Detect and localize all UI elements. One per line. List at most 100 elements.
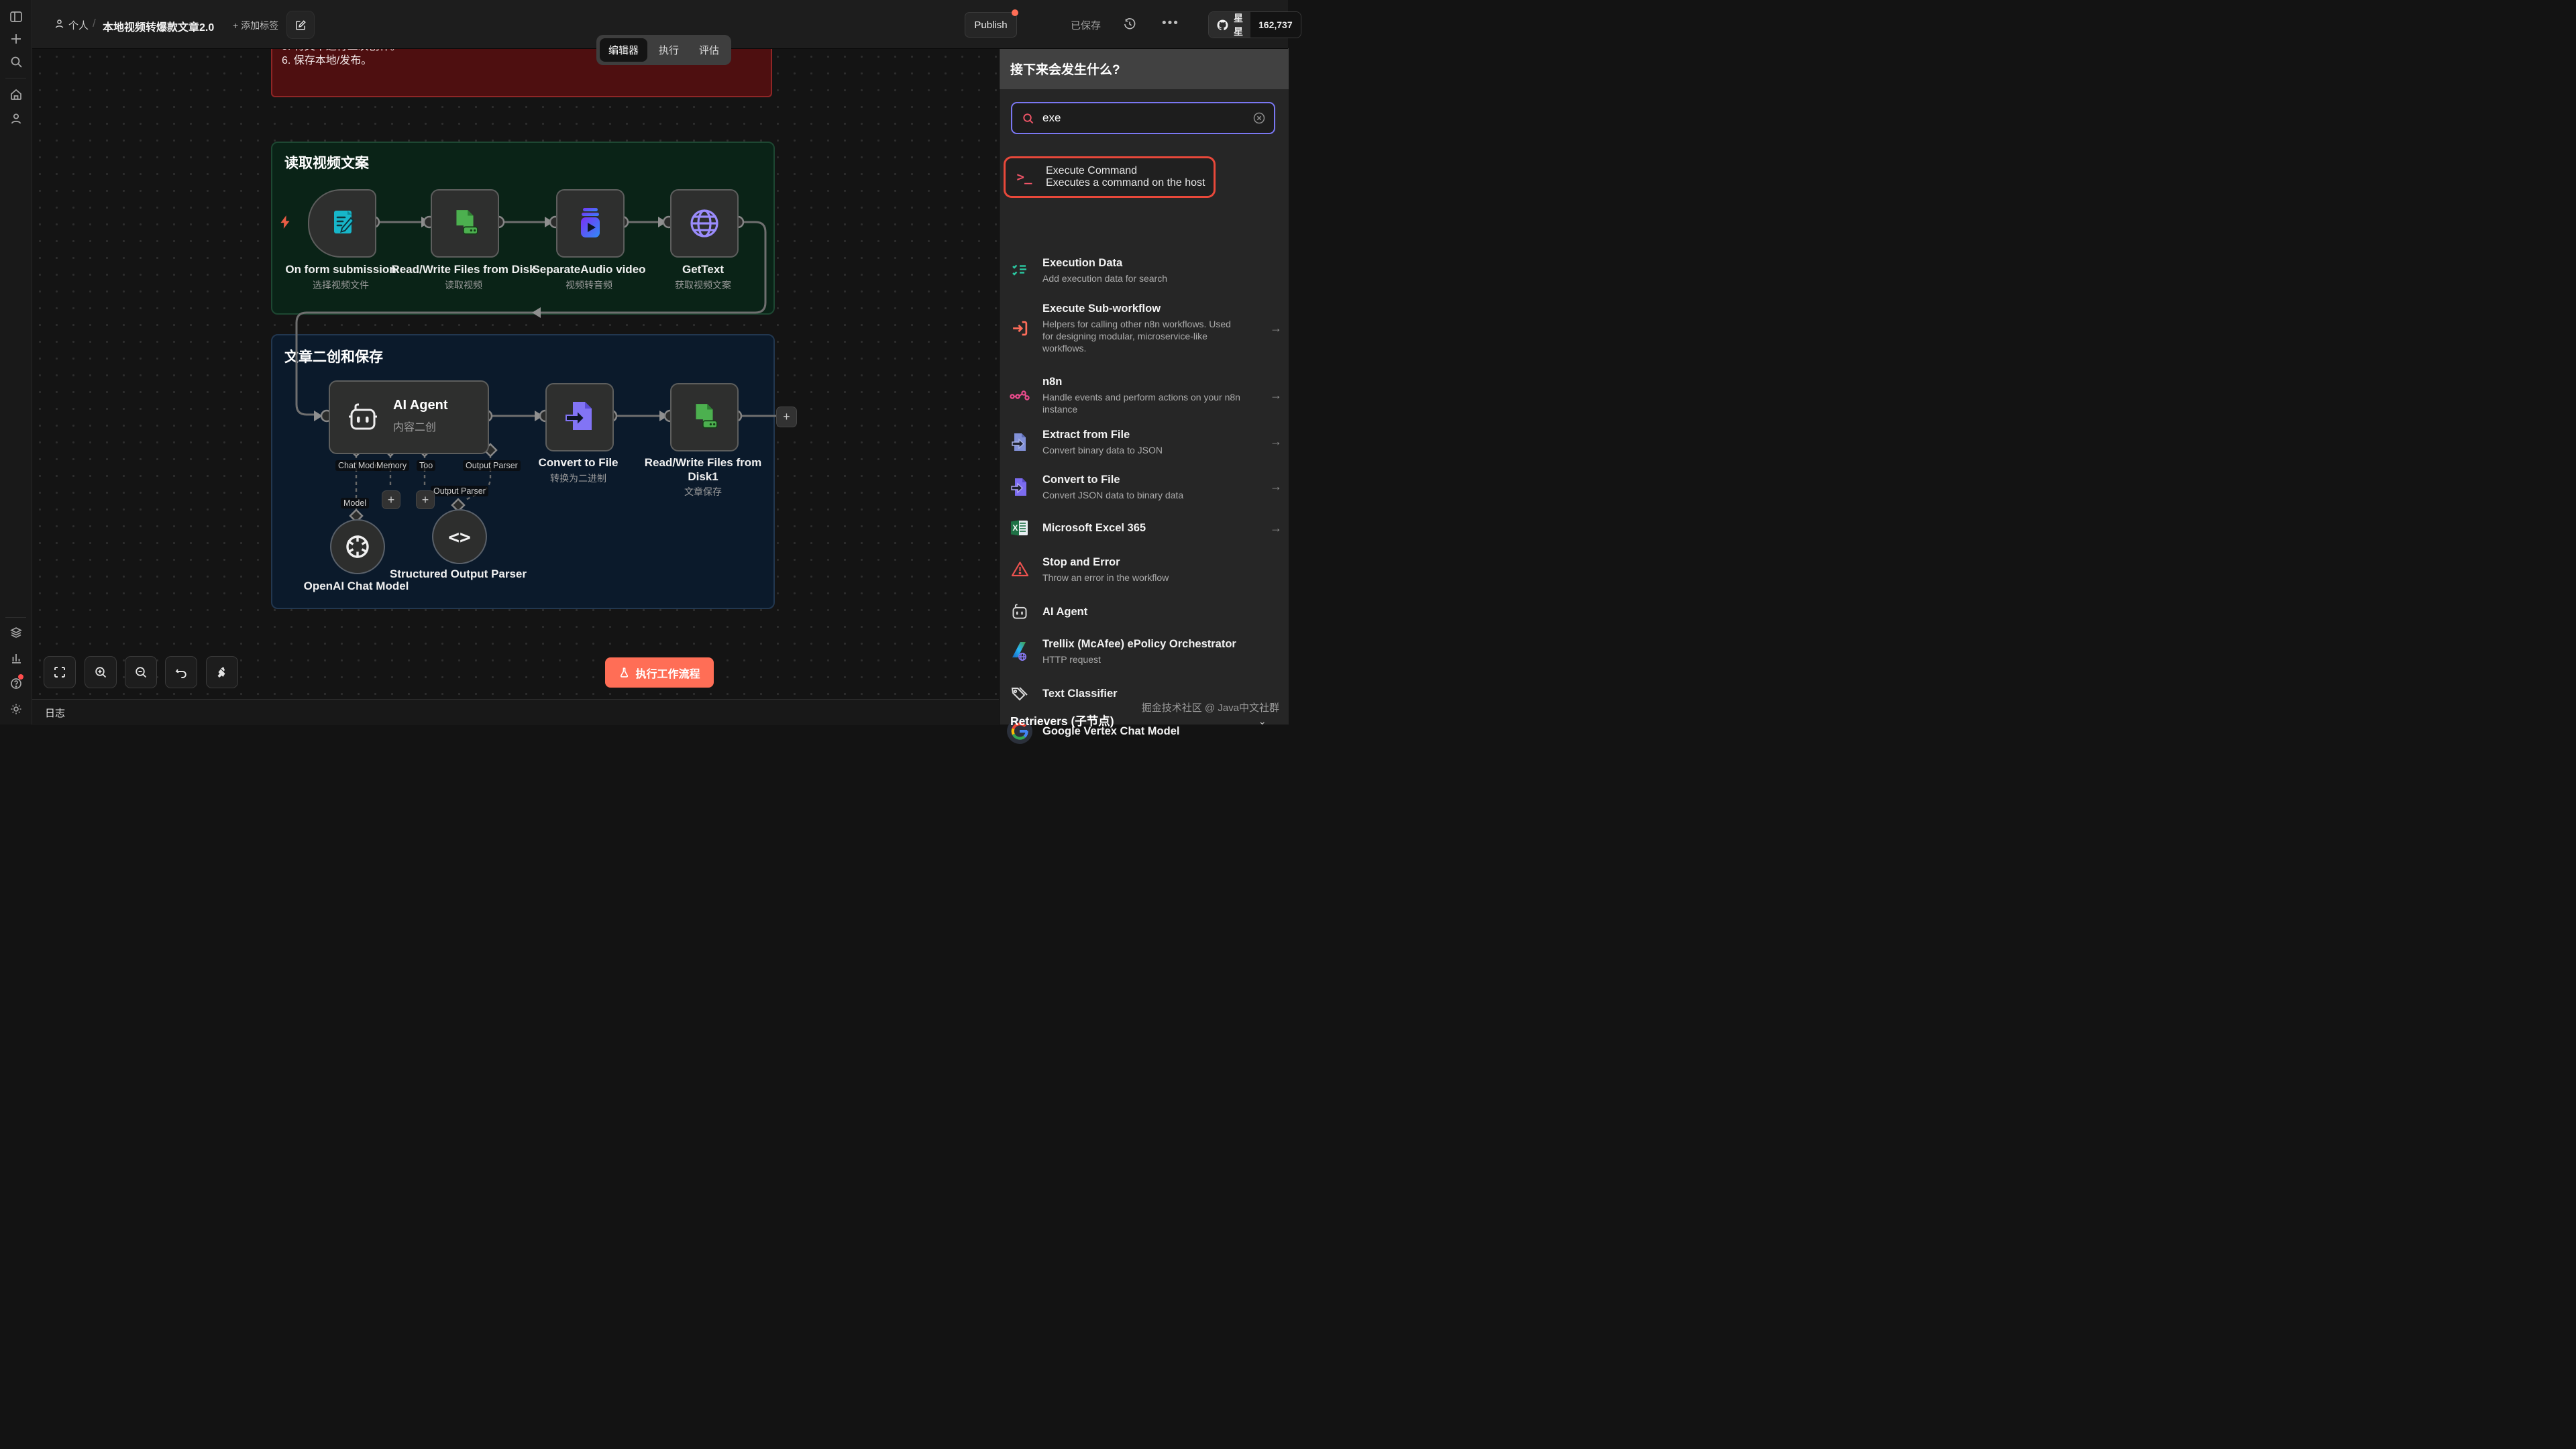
left-rail — [0, 0, 32, 724]
node-item-ai-agent[interactable]: AI Agent — [1006, 603, 1282, 621]
retrievers-section-header[interactable]: Retrievers (子节点) ⌄ — [1010, 712, 1279, 729]
trellix-icon — [1006, 641, 1033, 661]
workflow-title[interactable]: 本地视频转爆款文章2.0 — [103, 18, 214, 34]
node-openai-chat-model[interactable] — [330, 519, 385, 574]
tags-icon — [1006, 686, 1033, 702]
port-label-output-parser: Output Parser — [463, 460, 521, 471]
add-memory-plus-button[interactable]: + — [382, 490, 400, 509]
model-chip: Model — [341, 498, 369, 508]
node-ai-agent[interactable]: AI Agent 内容二创 — [329, 380, 489, 454]
node-item-stop-and-error[interactable]: Stop and Error Throw an error in the wor… — [1006, 555, 1282, 584]
node-item-microsoft-excel[interactable]: X Microsoft Excel 365 → — [1006, 519, 1282, 537]
expand-arrow-icon[interactable]: → — [1270, 321, 1282, 335]
form-icon — [329, 208, 358, 237]
error-triangle-icon — [1006, 561, 1033, 578]
node-item-convert-to-file[interactable]: Convert to File Convert JSON data to bin… — [1006, 473, 1282, 501]
audio-video-icon — [576, 207, 604, 239]
group-title: 读取视频文案 — [284, 152, 369, 172]
node-item-execute-sub-workflow[interactable]: Execute Sub-workflow Helpers for calling… — [1006, 302, 1282, 354]
run-workflow-button[interactable]: 执行工作流程 — [605, 657, 714, 688]
tidy-up-button[interactable] — [206, 656, 238, 688]
expand-arrow-icon[interactable]: → — [1270, 521, 1282, 535]
github-stars-widget[interactable]: 星星 162,737 — [1208, 11, 1301, 38]
node-item-n8n[interactable]: n8n Handle events and perform actions on… — [1006, 375, 1282, 415]
settings-gear-icon[interactable] — [9, 702, 23, 716]
add-node-plus-button[interactable]: + — [776, 407, 797, 427]
tab-evaluations[interactable]: 评估 — [690, 38, 728, 62]
n8n-icon — [1006, 388, 1033, 402]
tab-executions[interactable]: 执行 — [650, 38, 688, 62]
file-disk-icon — [689, 401, 720, 432]
rail-divider — [5, 617, 26, 618]
view-tabs: 编辑器 执行 评估 — [596, 35, 731, 65]
sub-workflow-icon — [1006, 319, 1033, 337]
zoom-in-button[interactable] — [85, 656, 117, 688]
github-stars-label: 星星 — [1234, 11, 1243, 38]
user-icon[interactable] — [9, 111, 23, 126]
node-label: GetText获取视频文案 — [629, 263, 777, 291]
openai-icon — [343, 533, 372, 561]
node-convert-to-file[interactable] — [545, 383, 614, 451]
panel-header: 接下来会发生什么? — [1000, 48, 1289, 89]
node-gettext[interactable] — [670, 189, 739, 258]
search-icon[interactable] — [9, 54, 23, 69]
expand-arrow-icon[interactable]: → — [1270, 480, 1282, 494]
history-icon[interactable] — [1123, 17, 1136, 31]
more-menu-icon[interactable]: ••• — [1162, 16, 1179, 31]
node-item-trellix[interactable]: Trellix (McAfee) ePolicy Orchestrator HT… — [1006, 637, 1282, 665]
node-label: Structured Output Parser — [384, 568, 532, 582]
robot-icon — [1006, 603, 1033, 621]
output-parser-chip: Output Parser — [431, 486, 488, 496]
node-item-execute-command[interactable]: >_ Execute Command Executes a command on… — [1004, 156, 1216, 198]
node-on-form-submission[interactable] — [308, 189, 376, 258]
port-label-memory: Memory — [374, 460, 409, 471]
node-structured-output-parser[interactable]: <> — [432, 509, 487, 564]
run-workflow-label: 执行工作流程 — [635, 665, 700, 681]
add-tool-plus-button[interactable]: + — [416, 490, 435, 509]
logs-label: 日志 — [45, 706, 65, 720]
port-label-tool: Too — [417, 460, 435, 471]
node-picker-panel: 接下来会发生什么? >_ Execute Command Executes a … — [999, 48, 1289, 724]
search-icon — [1022, 112, 1034, 125]
expand-arrow-icon[interactable]: → — [1270, 435, 1282, 449]
help-icon[interactable] — [9, 676, 23, 691]
community-watermark: 掘金技术社区 @ Java中文社群 — [1142, 700, 1279, 714]
breadcrumb-separator: / — [93, 17, 96, 30]
person-icon — [54, 18, 65, 30]
add-tag-button[interactable]: + 添加标签 — [233, 19, 278, 32]
edit-note-icon[interactable] — [286, 11, 315, 39]
sidebar-toggle-icon[interactable] — [9, 9, 23, 24]
code-brackets-icon: <> — [448, 526, 471, 548]
tab-editor[interactable]: 编辑器 — [600, 38, 647, 62]
node-separate-audio-video[interactable] — [556, 189, 625, 258]
excel-icon: X — [1006, 519, 1033, 537]
node-item-execution-data[interactable]: Execution Data Add execution data for se… — [1006, 256, 1282, 284]
node-read-write-files-disk1[interactable] — [670, 383, 739, 451]
node-label: OpenAI Chat Model — [282, 580, 430, 594]
globe-icon — [688, 207, 720, 239]
fit-view-button[interactable] — [44, 656, 76, 688]
publish-button[interactable]: Publish — [965, 12, 1017, 38]
zoom-out-button[interactable] — [125, 656, 157, 688]
svg — [1011, 433, 1028, 451]
home-icon[interactable] — [9, 87, 23, 102]
node-label: Read/Write Files from Disk1文章保存 — [629, 456, 777, 498]
breadcrumb-project[interactable]: 个人 — [68, 18, 89, 32]
search-input[interactable] — [1041, 111, 1245, 125]
github-stars-count: 162,737 — [1250, 12, 1301, 38]
expand-arrow-icon[interactable]: → — [1270, 388, 1282, 402]
convert-file-icon — [565, 400, 594, 433]
convert-file-icon — [1006, 478, 1033, 496]
node-item-text-classifier[interactable]: Text Classifier — [1006, 686, 1282, 702]
node-search-box[interactable] — [1011, 102, 1275, 134]
github-icon — [1216, 19, 1229, 32]
add-workflow-icon[interactable] — [9, 32, 23, 46]
templates-icon[interactable] — [9, 625, 23, 640]
checklist-icon — [1006, 262, 1033, 279]
logs-bar[interactable]: 日志 — [32, 699, 999, 725]
insights-icon[interactable] — [9, 651, 23, 665]
clear-search-icon[interactable] — [1252, 111, 1266, 125]
node-read-write-files[interactable] — [431, 189, 499, 258]
node-item-extract-from-file[interactable]: Extract from File Convert binary data to… — [1006, 428, 1282, 456]
undo-button[interactable] — [165, 656, 197, 688]
